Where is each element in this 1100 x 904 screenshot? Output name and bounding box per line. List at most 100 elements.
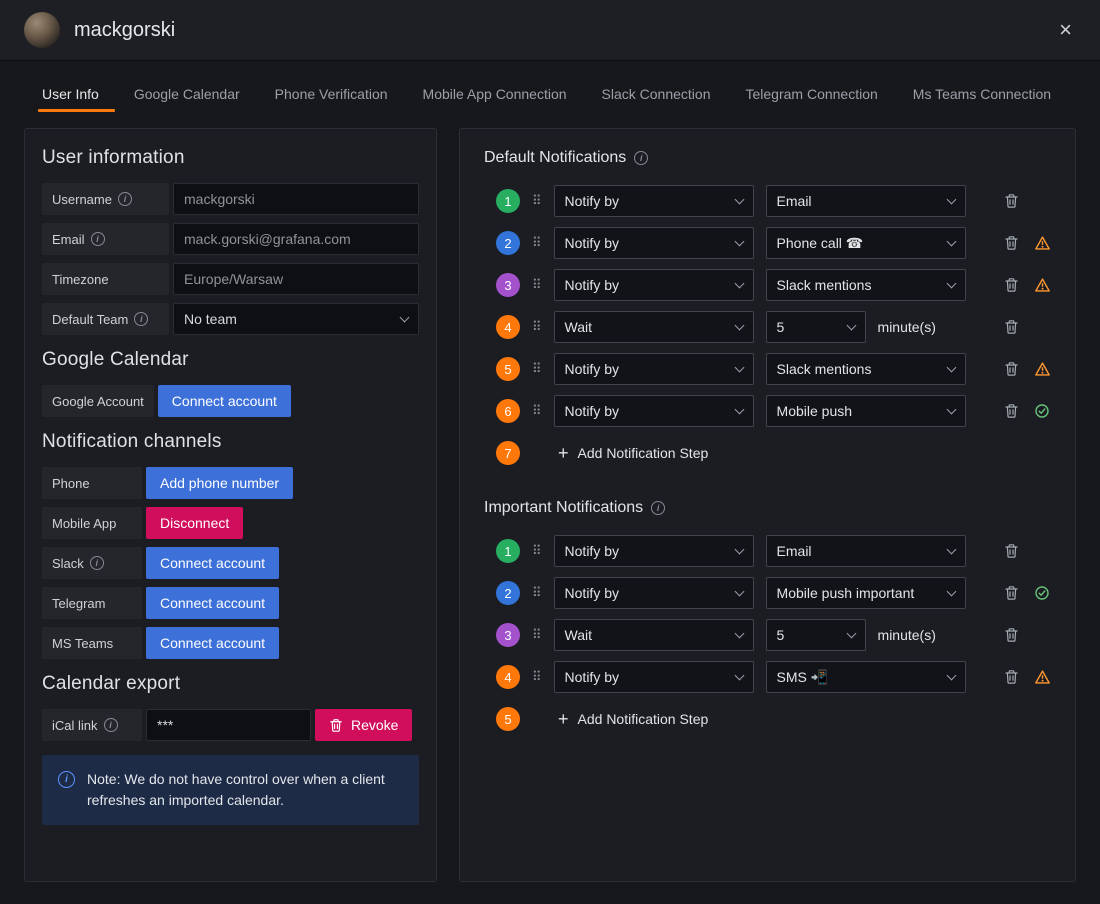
chevron-down-icon bbox=[946, 278, 956, 288]
chevron-down-icon bbox=[846, 628, 856, 638]
notification-step-row: 2 ⠿ Notify by Phone call ☎ bbox=[496, 227, 1051, 259]
chevron-down-icon bbox=[846, 320, 856, 330]
step-type-dropdown[interactable]: Wait bbox=[553, 311, 754, 343]
tab-phone-verification[interactable]: Phone Verification bbox=[273, 86, 390, 112]
chevron-down-icon bbox=[734, 670, 744, 680]
channel-label-text: Telegram bbox=[52, 595, 106, 611]
google-account-label-text: Google Account bbox=[52, 393, 144, 409]
step-number-badge: 5 bbox=[496, 357, 520, 381]
chevron-down-icon bbox=[946, 404, 956, 414]
step-value-dropdown[interactable]: 5 bbox=[765, 311, 866, 343]
telegram-action-button[interactable]: Connect account bbox=[146, 587, 280, 619]
revoke-button[interactable]: Revoke bbox=[315, 709, 413, 741]
trash-icon bbox=[1004, 543, 1019, 559]
connect-google-account-button[interactable]: Connect account bbox=[157, 385, 291, 417]
avatar bbox=[24, 12, 60, 48]
field-input[interactable]: Europe/Warsaw bbox=[173, 263, 419, 295]
drag-handle-icon[interactable]: ⠿ bbox=[532, 319, 542, 335]
delete-step-button[interactable] bbox=[1002, 541, 1021, 561]
step-value-dropdown[interactable]: Slack mentions bbox=[765, 269, 966, 301]
delete-step-button[interactable] bbox=[1002, 275, 1021, 295]
step-type-dropdown[interactable]: Notify by bbox=[553, 395, 754, 427]
notification-step-row: 1 ⠿ Notify by Email bbox=[496, 185, 1051, 217]
chevron-down-icon bbox=[946, 670, 956, 680]
tab-telegram-connection[interactable]: Telegram Connection bbox=[743, 86, 879, 112]
step-type-dropdown[interactable]: Notify by bbox=[553, 535, 754, 567]
channel-row: Slack i Connect account bbox=[42, 547, 419, 579]
delete-step-button[interactable] bbox=[1002, 317, 1021, 337]
tab-google-calendar[interactable]: Google Calendar bbox=[132, 86, 242, 112]
step-value-dropdown[interactable]: Mobile push bbox=[765, 395, 966, 427]
delete-step-button[interactable] bbox=[1002, 401, 1021, 421]
add-notification-step-button[interactable]: + Add Notification Step bbox=[558, 710, 708, 728]
step-value-dropdown[interactable]: SMS 📲 bbox=[765, 661, 966, 693]
trash-icon bbox=[1004, 277, 1019, 293]
content-area: User information Username i mackgorski Emai… bbox=[0, 112, 1100, 904]
tab-ms-teams-connection[interactable]: Ms Teams Connection bbox=[911, 86, 1053, 112]
warning-icon bbox=[1034, 278, 1050, 292]
step-type-dropdown[interactable]: Notify by bbox=[553, 353, 754, 385]
dropdown-value: Email bbox=[776, 193, 812, 209]
drag-handle-icon[interactable]: ⠿ bbox=[532, 361, 542, 377]
phone-action-button[interactable]: Add phone number bbox=[146, 467, 294, 499]
drag-handle-icon[interactable]: ⠿ bbox=[532, 669, 542, 685]
dropdown-value: 5 bbox=[776, 627, 785, 643]
close-icon[interactable]: × bbox=[1055, 15, 1076, 45]
mobile-app-action-button[interactable]: Disconnect bbox=[146, 507, 244, 539]
step-type-dropdown[interactable]: Notify by bbox=[553, 577, 754, 609]
step-value-dropdown[interactable]: Phone call ☎ bbox=[765, 227, 966, 259]
tab-mobile-app-connection[interactable]: Mobile App Connection bbox=[421, 86, 569, 112]
step-number-badge: 1 bbox=[496, 539, 520, 563]
note-text: Note: We do not have control over when a… bbox=[87, 771, 385, 808]
channel-label: Mobile App bbox=[42, 507, 142, 539]
ical-link-field[interactable]: *** bbox=[146, 709, 311, 741]
field-input[interactable]: mackgorski bbox=[173, 183, 419, 215]
ms-teams-action-button[interactable]: Connect account bbox=[146, 627, 280, 659]
dropdown-value: Slack mentions bbox=[776, 277, 872, 293]
notifications-panel: Default Notifications i 1 ⠿ Notify by Email… bbox=[459, 128, 1076, 882]
step-number-badge: 3 bbox=[496, 273, 520, 297]
important-notifications-header: Important Notifications i bbox=[484, 499, 1051, 517]
step-type-dropdown[interactable]: Notify by bbox=[553, 185, 754, 217]
delete-step-button[interactable] bbox=[1002, 625, 1021, 645]
google-account-row: Google Account Connect account bbox=[42, 385, 419, 417]
warning-icon bbox=[1034, 670, 1050, 684]
delete-step-button[interactable] bbox=[1002, 191, 1021, 211]
drag-handle-icon[interactable]: ⠿ bbox=[532, 403, 542, 419]
slack-action-button[interactable]: Connect account bbox=[146, 547, 280, 579]
info-icon: i bbox=[90, 232, 105, 246]
drag-handle-icon[interactable]: ⠿ bbox=[532, 193, 542, 209]
step-type-dropdown[interactable]: Notify by bbox=[553, 227, 754, 259]
step-type-dropdown[interactable]: Wait bbox=[553, 619, 754, 651]
step-type-dropdown[interactable]: Notify by bbox=[553, 661, 754, 693]
chevron-down-icon bbox=[734, 362, 744, 372]
add-notification-step-button[interactable]: + Add Notification Step bbox=[558, 444, 708, 462]
delete-step-button[interactable] bbox=[1002, 233, 1021, 253]
default-notifications-heading: Default Notifications bbox=[484, 149, 627, 166]
drag-handle-icon[interactable]: ⠿ bbox=[532, 627, 542, 643]
delete-step-button[interactable] bbox=[1002, 667, 1021, 687]
delete-step-button[interactable] bbox=[1002, 359, 1021, 379]
drag-handle-icon[interactable]: ⠿ bbox=[532, 585, 542, 601]
default-team-select[interactable]: No team bbox=[173, 303, 419, 335]
step-value-dropdown[interactable]: Email bbox=[765, 535, 966, 567]
step-type-dropdown[interactable]: Notify by bbox=[553, 269, 754, 301]
step-number-badge: 4 bbox=[496, 315, 520, 339]
delete-step-button[interactable] bbox=[1002, 583, 1021, 603]
tab-slack-connection[interactable]: Slack Connection bbox=[600, 86, 713, 112]
tab-user-info[interactable]: User Info bbox=[38, 86, 115, 112]
chevron-down-icon bbox=[734, 236, 744, 246]
drag-handle-icon[interactable]: ⠿ bbox=[532, 277, 542, 293]
channel-label-text: MS Teams bbox=[52, 635, 114, 651]
field-input[interactable]: mack.gorski@grafana.com bbox=[173, 223, 419, 255]
user-info-panel: User information Username i mackgorski Emai… bbox=[24, 128, 437, 882]
step-value-dropdown[interactable]: Slack mentions bbox=[765, 353, 966, 385]
step-value-dropdown[interactable]: Mobile push important bbox=[765, 577, 966, 609]
chevron-down-icon bbox=[946, 544, 956, 554]
user-form: Username i mackgorski Email i mack.gorski@gra… bbox=[42, 183, 419, 335]
drag-handle-icon[interactable]: ⠿ bbox=[532, 543, 542, 559]
chevron-down-icon bbox=[734, 628, 744, 638]
drag-handle-icon[interactable]: ⠿ bbox=[532, 235, 542, 251]
step-value-dropdown[interactable]: Email bbox=[765, 185, 966, 217]
step-value-dropdown[interactable]: 5 bbox=[765, 619, 866, 651]
